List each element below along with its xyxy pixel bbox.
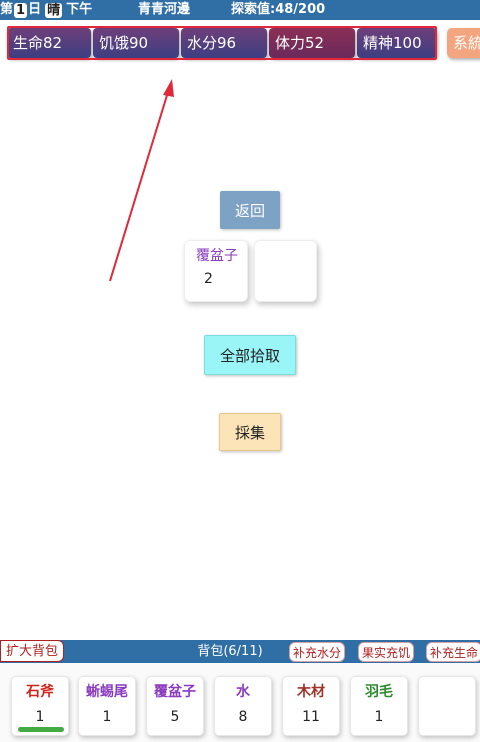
bag-item-name: 水	[236, 684, 250, 700]
loot-item-raspberry[interactable]: 覆盆子 2	[184, 240, 248, 302]
bag-item-count: 1	[102, 709, 112, 725]
bag-item-lizard-tail[interactable]: 蜥蜴尾 1	[78, 676, 136, 736]
bag-slot-empty[interactable]	[418, 676, 476, 736]
bag-item-name: 石斧	[26, 684, 54, 700]
bag-item-raspberry[interactable]: 覆盆子 5	[146, 676, 204, 736]
durability-bar	[18, 727, 64, 732]
expand-bag-button[interactable]: 扩大背包	[0, 640, 64, 662]
replenish-water-button[interactable]: 补充水分	[289, 642, 345, 662]
fruit-hunger-button[interactable]: 果实充饥	[358, 642, 414, 662]
loot-slot-empty[interactable]	[254, 240, 317, 302]
bag-item-count: 1	[374, 709, 384, 725]
bag-title: 背包(6/11)	[197, 644, 263, 659]
bag-item-feather[interactable]: 羽毛 1	[350, 676, 408, 736]
loot-item-name: 覆盆子	[196, 248, 238, 264]
bag-item-count: 8	[238, 709, 248, 725]
bag-item-name: 覆盆子	[154, 684, 196, 700]
bag-item-wood[interactable]: 木材 11	[282, 676, 340, 736]
back-button[interactable]: 返回	[220, 191, 280, 229]
bag-item-stone-axe[interactable]: 石斧 1	[11, 676, 69, 736]
bag-item-name: 木材	[297, 684, 325, 700]
loot-item-count: 2	[204, 271, 213, 287]
bag-item-count: 5	[170, 709, 180, 725]
bag-item-name: 蜥蜴尾	[86, 684, 128, 700]
bag-item-water[interactable]: 水 8	[214, 676, 272, 736]
bag-item-count: 11	[302, 709, 320, 725]
replenish-health-button[interactable]: 补充生命	[426, 642, 480, 662]
bag-item-count: 1	[35, 709, 45, 725]
bag-item-name: 羽毛	[365, 684, 393, 700]
collect-button[interactable]: 採集	[219, 413, 281, 451]
pickup-all-button[interactable]: 全部拾取	[204, 335, 296, 375]
